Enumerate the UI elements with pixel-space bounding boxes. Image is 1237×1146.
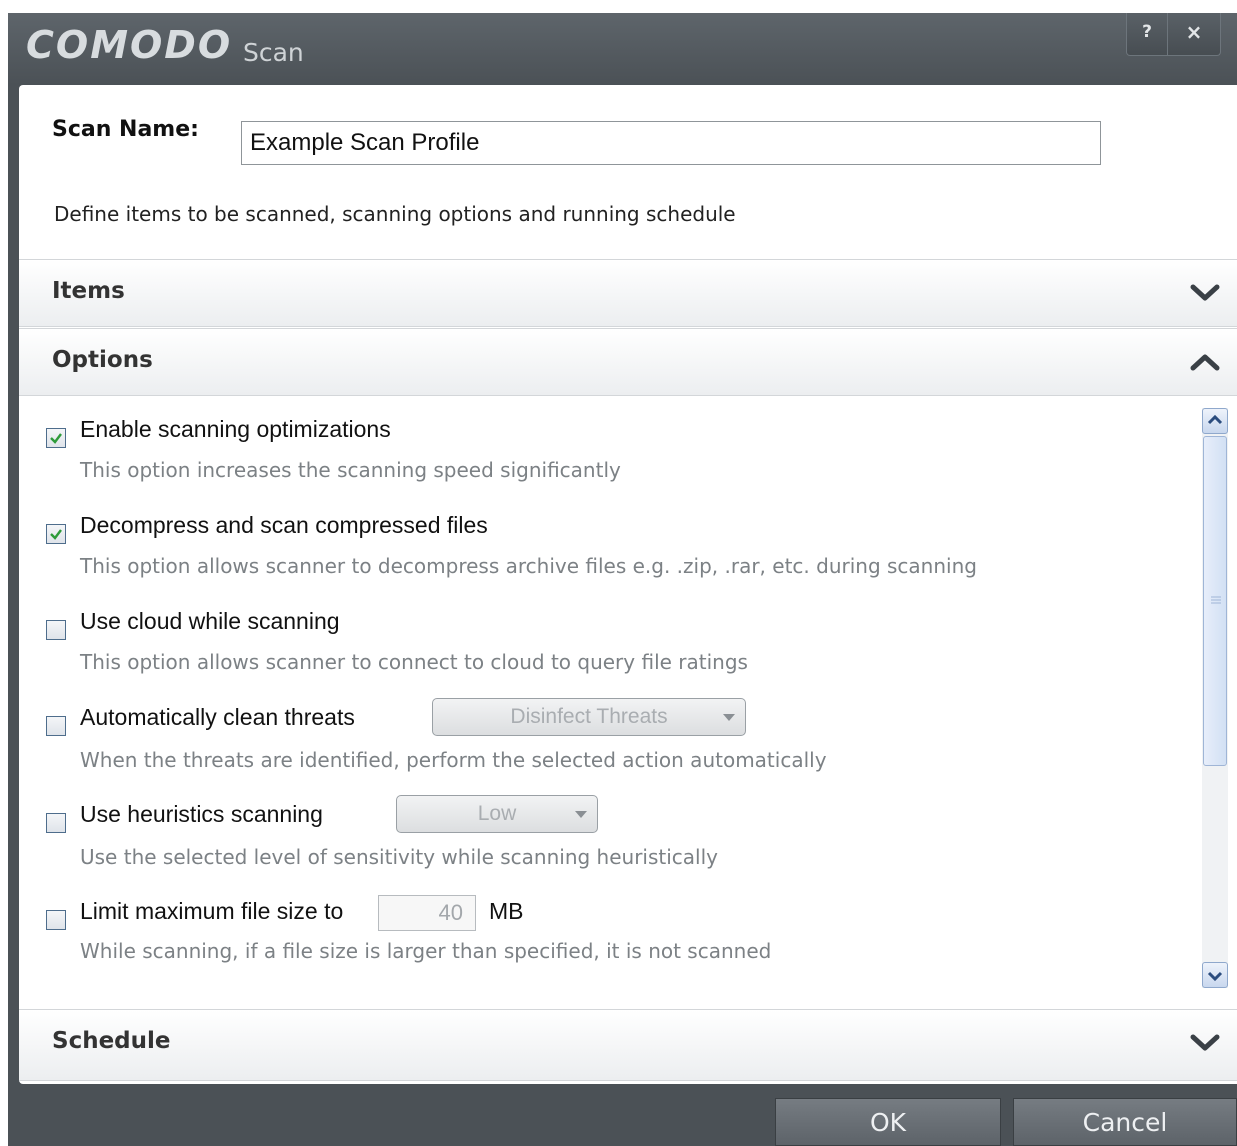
option-description: This option increases the scanning speed… <box>80 458 621 482</box>
grip-icon <box>1211 596 1221 604</box>
scroll-up-button[interactable] <box>1202 408 1228 434</box>
file-size-unit: MB <box>489 898 524 924</box>
section-schedule-header[interactable]: Schedule <box>19 1009 1237 1081</box>
file-size-checkbox[interactable] <box>46 910 66 930</box>
scan-dialog: COMODO Scan ? × Scan Name: Define items … <box>8 13 1237 1146</box>
window-title: Scan <box>243 38 304 67</box>
option-description: This option allows scanner to decompress… <box>80 554 977 578</box>
cancel-button[interactable]: Cancel <box>1013 1098 1237 1146</box>
scan-name-input[interactable] <box>241 121 1101 165</box>
section-schedule-label: Schedule <box>52 1028 171 1054</box>
help-button[interactable]: ? <box>1126 13 1168 56</box>
option-label: Use cloud while scanning <box>80 608 340 634</box>
chevron-down-icon <box>1190 1034 1220 1051</box>
title-bar: COMODO Scan ? × <box>8 13 1237 85</box>
comodo-logo: COMODO <box>26 23 233 67</box>
decompress-checkbox[interactable] <box>46 524 66 544</box>
clean-action-select[interactable]: Disinfect Threats <box>432 698 746 736</box>
checkmark-icon <box>50 433 62 444</box>
clean-action-value: Disinfect Threats <box>510 705 668 728</box>
option-label: Limit maximum file size to <box>80 898 344 924</box>
option-description: While scanning, if a file size is larger… <box>80 939 772 963</box>
scan-name-label: Scan Name: <box>52 117 199 142</box>
close-button[interactable]: × <box>1167 13 1221 56</box>
heuristics-checkbox[interactable] <box>46 813 66 833</box>
section-items-header[interactable]: Items <box>19 259 1237 327</box>
optimizations-checkbox[interactable] <box>46 428 66 448</box>
intro-text: Define items to be scanned, scanning opt… <box>54 202 736 226</box>
scroll-down-button[interactable] <box>1202 962 1228 988</box>
dropdown-arrow-icon <box>575 811 587 818</box>
option-label: Automatically clean threats <box>80 704 355 730</box>
section-items-label: Items <box>52 278 125 304</box>
cloud-checkbox[interactable] <box>46 620 66 640</box>
scroll-thumb[interactable] <box>1203 436 1227 766</box>
chevron-up-icon <box>1190 354 1220 371</box>
option-description: This option allows scanner to connect to… <box>80 650 748 674</box>
auto-clean-checkbox[interactable] <box>46 716 66 736</box>
ok-button[interactable]: OK <box>775 1098 1001 1146</box>
file-size-input[interactable]: 40 <box>378 895 476 931</box>
section-options-label: Options <box>52 347 153 373</box>
option-description: When the threats are identified, perform… <box>80 748 827 772</box>
option-label: Decompress and scan compressed files <box>80 512 488 538</box>
option-label: Enable scanning optimizations <box>80 416 391 442</box>
option-label: Use heuristics scanning <box>80 801 323 827</box>
options-body: Enable scanning optimizations This optio… <box>19 396 1237 1008</box>
options-scrollbar[interactable] <box>1202 408 1228 988</box>
dialog-footer: OK Cancel <box>8 1084 1237 1146</box>
checkmark-icon <box>50 529 62 540</box>
chevron-down-icon <box>1190 284 1220 301</box>
content-panel: Scan Name: Define items to be scanned, s… <box>19 85 1237 1084</box>
arrow-up-icon <box>1207 414 1223 425</box>
heuristics-level-select[interactable]: Low <box>396 795 598 833</box>
arrow-down-icon <box>1207 971 1223 982</box>
option-description: Use the selected level of sensitivity wh… <box>80 845 719 869</box>
heuristics-level-value: Low <box>477 802 517 825</box>
dropdown-arrow-icon <box>723 714 735 721</box>
section-options-header[interactable]: Options <box>19 328 1237 396</box>
